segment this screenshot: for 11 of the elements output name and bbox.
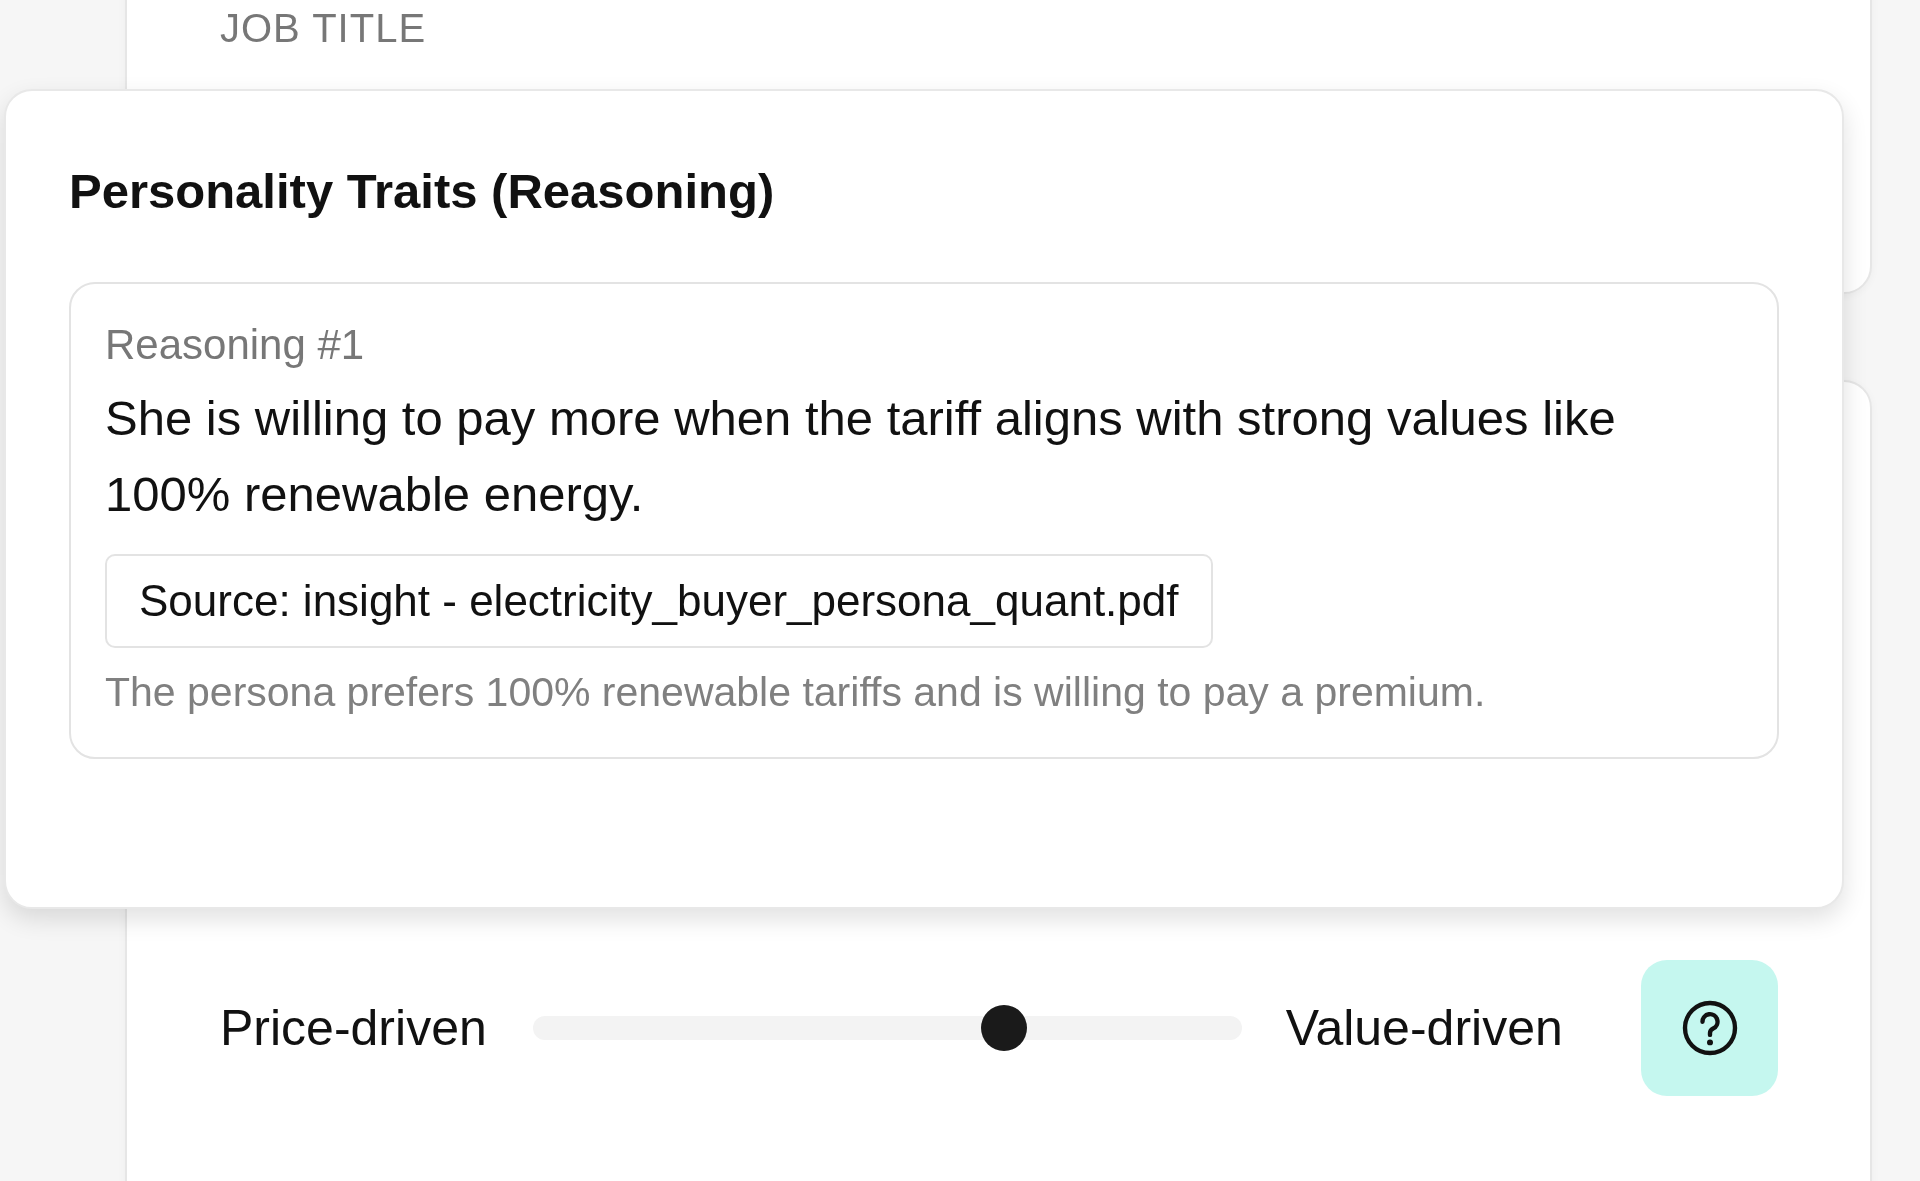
slider-thumb[interactable]: [981, 1005, 1028, 1051]
source-excerpt: The persona prefers 100% renewable tariffs and is willing to pay a premium.: [105, 668, 1487, 718]
reasoning-label: Reasoning #1: [105, 320, 366, 370]
help-button[interactable]: [1641, 960, 1778, 1096]
slider-label: Value-driven: [1285, 999, 1563, 1057]
source-tag: Source: insight - electricity_buyer_persona_quant.pdf: [105, 554, 1213, 649]
slider-label: Price-driven: [220, 999, 487, 1057]
reasoning-text: She is willing to pay more when the tariff aligns with strong values like 100% renewable energy.: [105, 390, 1617, 524]
popover-title: Personality Traits (Reasoning): [69, 167, 776, 216]
field-label: JOB TITLE: [220, 6, 428, 51]
slider[interactable]: [532, 1005, 1242, 1051]
